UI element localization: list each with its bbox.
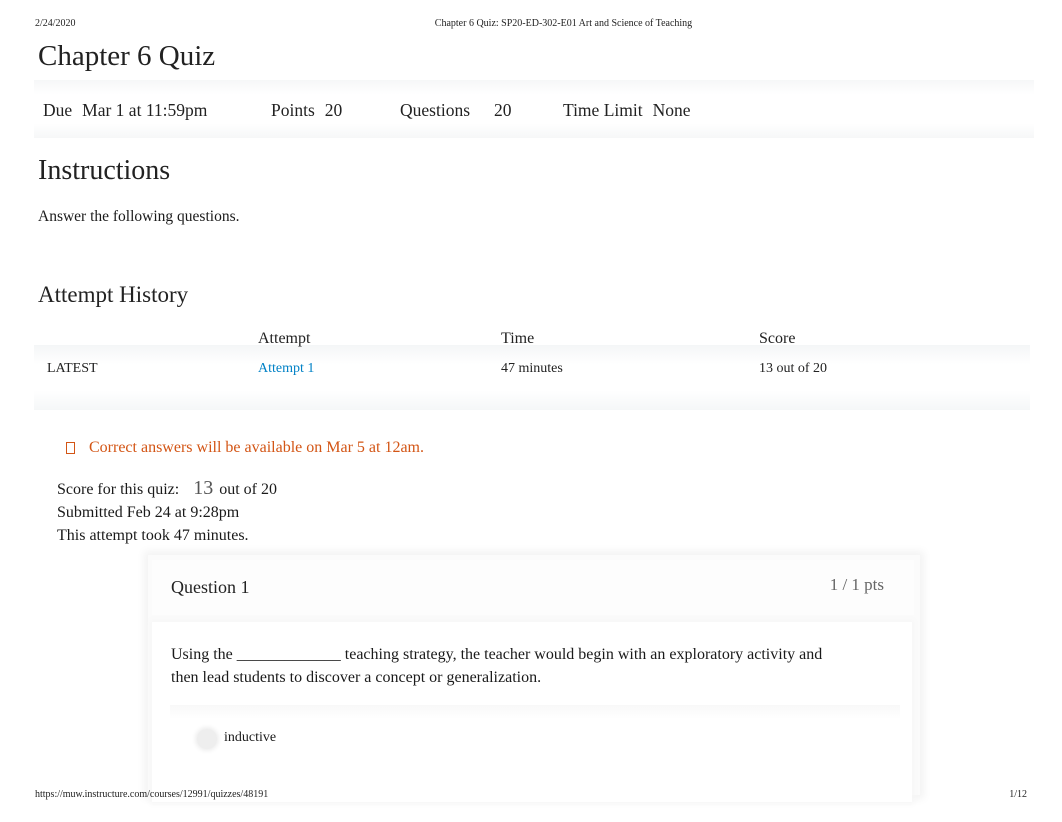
due-label: Due: [43, 100, 73, 120]
question-title: Question 1: [171, 577, 250, 597]
column-header-attempt: Attempt: [258, 330, 311, 347]
attempt-1-link[interactable]: Attempt 1: [258, 361, 314, 377]
questions-label: Questions: [400, 100, 470, 120]
submitted-time: Submitted Feb 24 at 9:28pm: [57, 504, 240, 521]
questions-info: Questions 20: [400, 100, 512, 121]
questions-value: 20: [494, 100, 512, 120]
time-limit-value: None: [652, 100, 691, 120]
time-limit-info: Time Limit None: [563, 100, 691, 121]
print-url: https://muw.instructure.com/courses/1299…: [35, 789, 269, 800]
question-points: 1 / 1 pts: [829, 575, 884, 594]
score-value: 13: [193, 477, 214, 499]
instructions-text: Answer the following questions.: [38, 208, 240, 225]
question-text: Using the _____________ teaching strateg…: [171, 646, 823, 686]
points-info: Points 20: [271, 100, 342, 121]
attempt-history-table: [34, 345, 1030, 410]
page-title: Chapter 6 Quiz: [38, 40, 216, 72]
instructions-heading: Instructions: [38, 155, 171, 186]
time-limit-label: Time Limit: [563, 100, 643, 120]
print-page-title: Chapter 6 Quiz: SP20-ED-302-E01 Art and …: [434, 18, 693, 29]
score-suffix: out of 20: [219, 481, 277, 498]
correct-answers-notice: Correct answers will be available on Mar…: [66, 439, 424, 457]
answer-option[interactable]: [170, 705, 900, 775]
due-info: Due Mar 1 at 11:59pm: [43, 100, 207, 121]
attempt-time: 47 minutes: [501, 361, 563, 376]
column-header-time: Time: [501, 330, 535, 347]
answer-label: inductive: [224, 730, 277, 745]
info-icon: [66, 442, 75, 454]
score-label: Score for this quiz:: [57, 481, 180, 498]
column-header-score: Score: [759, 330, 796, 347]
answer-radio[interactable]: [197, 729, 217, 749]
attempt-history-heading: Attempt History: [38, 282, 189, 307]
notice-text: Correct answers will be available on Mar…: [89, 439, 424, 456]
print-page-number: 1/12: [1009, 789, 1027, 800]
quiz-score: Score for this quiz: 13 out of 20: [57, 477, 277, 500]
attempt-score: 13 out of 20: [759, 361, 828, 376]
points-label: Points: [271, 100, 315, 120]
due-value: Mar 1 at 11:59pm: [82, 100, 208, 120]
points-value: 20: [324, 100, 343, 120]
latest-badge: LATEST: [47, 361, 98, 376]
attempt-duration: This attempt took 47 minutes.: [57, 527, 249, 544]
